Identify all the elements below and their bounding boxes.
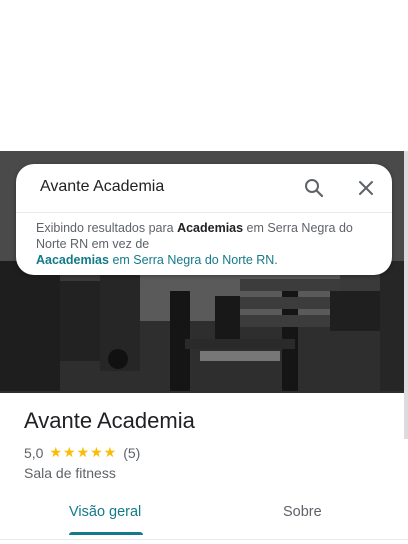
star-rating-icon: ★★★★★	[49, 444, 118, 460]
rating-row[interactable]: 5,0 ★★★★★ (5)	[24, 444, 140, 461]
notice-prefix: Exibindo resultados para	[36, 221, 178, 235]
rating-value: 5,0	[24, 444, 44, 461]
tab-about[interactable]: Sobre	[283, 504, 322, 520]
place-name: Avante Academia	[24, 408, 195, 433]
search-instead-link[interactable]: Aacademias em Serra Negra do Norte RN.	[36, 253, 278, 267]
place-category[interactable]: Sala de fitness	[24, 465, 116, 481]
original-term: Aacademias	[36, 253, 109, 267]
close-icon[interactable]	[354, 176, 378, 200]
search-bar[interactable]: Avante Academia	[16, 164, 392, 212]
tab-overview[interactable]: Visão geral	[69, 504, 141, 520]
search-divider	[16, 212, 392, 213]
active-tab-indicator	[69, 532, 143, 535]
scrollbar[interactable]	[404, 151, 408, 439]
tabs-divider	[0, 539, 408, 540]
original-term-suffix: em Serra Negra do Norte RN.	[108, 253, 278, 267]
search-icon[interactable]	[302, 176, 326, 200]
search-input[interactable]: Avante Academia	[40, 178, 164, 196]
search-card: Avante Academia Exibindo resultados para…	[16, 164, 392, 275]
top-blank-area	[0, 0, 408, 151]
review-count[interactable]: (5)	[123, 445, 140, 461]
notice-corrected-term: Academias	[177, 221, 244, 235]
spelling-notice: Exibindo resultados para Academias em Se…	[36, 220, 376, 268]
place-tabs: Visão geral Sobre	[0, 496, 408, 536]
